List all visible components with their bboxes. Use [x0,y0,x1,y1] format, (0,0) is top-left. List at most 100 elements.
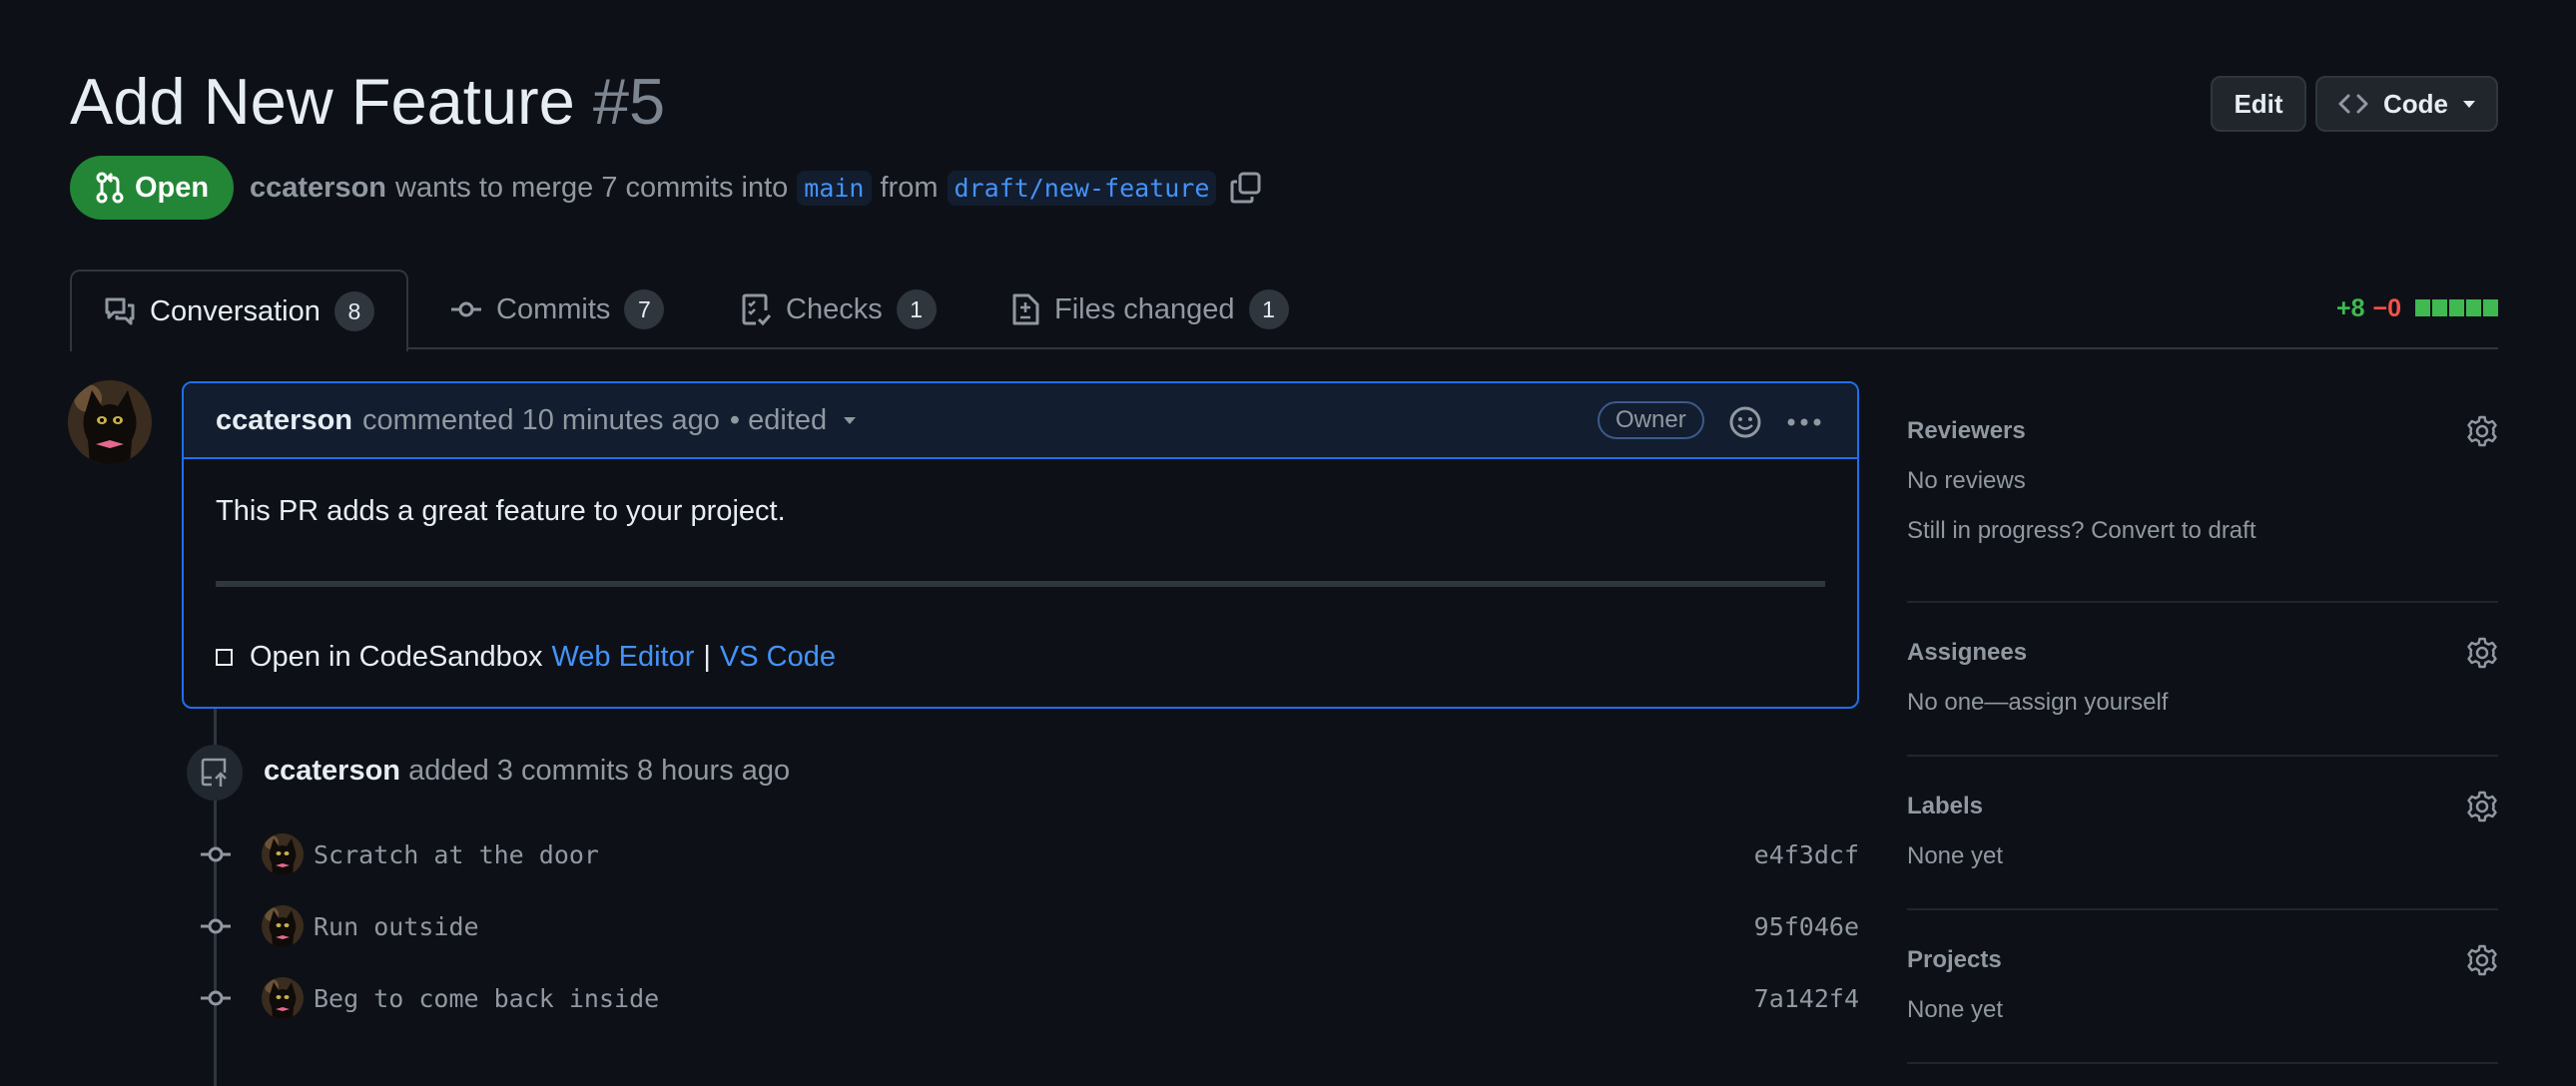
event-description: added 3 commits 8 hours ago [408,755,791,787]
sidebar-labels: Labels None yet [1907,791,2498,870]
vs-code-link[interactable]: VS Code [720,641,836,674]
timeline-event-badge [187,745,243,801]
convert-to-draft-link[interactable]: Still in progress? Convert to draft [1907,517,2498,545]
comment-box: ccaterson commented 10 minutes ago • edi… [182,381,1859,709]
git-commit-icon [196,844,236,864]
kebab-horizontal-icon[interactable] [1786,405,1822,439]
base-branch[interactable]: main [797,170,872,206]
code-button-label: Code [2383,88,2448,119]
diffstat-block [2483,298,2498,316]
reviewers-heading[interactable]: Reviewers [1907,417,2498,445]
state-badge: Open [70,156,234,220]
comment-discussion-icon [105,297,135,325]
diffstat: +8 −0 [2336,293,2498,323]
projects-status: None yet [1907,996,2004,1023]
diffstat-block [2449,298,2464,316]
tab-commits-count: 7 [624,289,665,329]
avatar[interactable] [262,833,304,875]
gear-icon[interactable] [2466,637,2498,669]
gear-icon[interactable] [2466,415,2498,447]
sidebar-divider [1907,1062,2498,1064]
sidebar-assignees: Assignees No one—assign yourself [1907,637,2498,717]
comment-divider [216,581,1825,587]
diffstat-block [2432,298,2447,316]
comment-author[interactable]: ccaterson [216,404,352,437]
codesandbox-line: Open in CodeSandbox Web Editor | VS Code [216,641,836,674]
tab-checks[interactable]: Checks 1 [742,270,937,349]
gear-icon[interactable] [2466,791,2498,822]
owner-badge: Owner [1598,401,1704,439]
assignees-heading[interactable]: Assignees [1907,639,2498,667]
cat-avatar-image [68,380,152,464]
tab-conversation-label: Conversation [150,294,321,327]
pr-number: #5 [592,65,666,138]
timeline-event: ccaterson added 3 commits 8 hours ago [264,755,790,788]
commit-message[interactable]: Run outside [314,912,479,941]
commit-sha[interactable]: 95f046e [1754,912,1859,941]
commit-row: Scratch at the door e4f3dcf [196,832,1859,876]
assign-yourself-link[interactable]: No one—assign yourself [1907,689,2498,717]
sidebar-reviewers: Reviewers No reviews Still in progress? … [1907,415,2498,545]
avatar[interactable] [68,380,152,464]
tab-files-changed[interactable]: Files changed 1 [1010,270,1289,349]
edit-button[interactable]: Edit [2211,76,2306,132]
commit-sha[interactable]: e4f3dcf [1754,840,1859,869]
tab-commits[interactable]: Commits 7 [450,270,665,349]
checkbox-icon [216,649,233,666]
merge-summary: ccaterson wants to merge 7 commits into … [250,166,1263,210]
link-separator: | [703,641,711,673]
tab-conversation-count: 8 [333,291,374,331]
comment-meta[interactable]: commented 10 minutes ago [362,404,720,437]
sidebar-divider [1907,755,2498,757]
comment-edited[interactable]: • edited [730,404,827,437]
triangle-down-icon [2463,101,2475,108]
commit-message[interactable]: Beg to come back inside [314,984,659,1013]
diffstat-block [2466,298,2481,316]
from-text: from [880,171,939,204]
git-pull-request-icon [96,172,124,204]
commit-row: Beg to come back inside 7a142f4 [196,976,1859,1020]
pr-title-text: Add New Feature [70,65,575,138]
checklist-icon [742,293,772,326]
smiley-icon[interactable] [1728,405,1762,439]
repo-push-icon [201,758,227,787]
author-link[interactable]: ccaterson [250,172,386,205]
web-editor-link[interactable]: Web Editor [551,641,694,674]
git-commit-icon [196,916,236,936]
tab-conversation[interactable]: Conversation 8 [70,270,408,351]
avatar[interactable] [262,977,304,1019]
tab-commits-label: Commits [496,292,611,325]
reviewers-status: No reviews [1907,467,2026,494]
tab-checks-label: Checks [786,292,883,325]
code-icon [2338,94,2368,114]
labels-status: None yet [1907,842,2004,869]
edit-button-label: Edit [2234,88,2283,119]
codesandbox-text: Open in CodeSandbox [250,641,543,673]
commit-message[interactable]: Scratch at the door [314,840,599,869]
sidebar-divider [1907,601,2498,603]
merge-text: wants to merge 7 commits into [395,171,789,204]
avatar[interactable] [262,905,304,947]
state-badge-label: Open [134,171,210,204]
diffstat-deletions: −0 [2372,293,2401,322]
projects-heading[interactable]: Projects [1907,946,2498,974]
file-diff-icon [1012,293,1039,325]
sidebar-divider [1907,908,2498,910]
code-button[interactable]: Code [2315,76,2498,132]
head-branch[interactable]: draft/new-feature [947,170,1217,206]
triangle-down-icon[interactable] [841,414,859,426]
diffstat-block [2415,298,2430,316]
pr-title: Add New Feature #5 [70,62,665,142]
event-author[interactable]: ccaterson [264,755,400,787]
copy-icon[interactable] [1229,171,1263,205]
commit-row: Run outside 95f046e [196,904,1859,948]
git-commit-icon [451,301,481,317]
tab-files-changed-count: 1 [1248,289,1289,329]
labels-heading[interactable]: Labels [1907,793,2498,820]
sidebar-projects: Projects None yet [1907,944,2498,1024]
git-commit-icon [196,988,236,1008]
gear-icon[interactable] [2466,944,2498,976]
comment-body: This PR adds a great feature to your pro… [216,495,786,527]
commit-sha[interactable]: 7a142f4 [1754,984,1859,1013]
tab-files-changed-label: Files changed [1054,292,1235,325]
